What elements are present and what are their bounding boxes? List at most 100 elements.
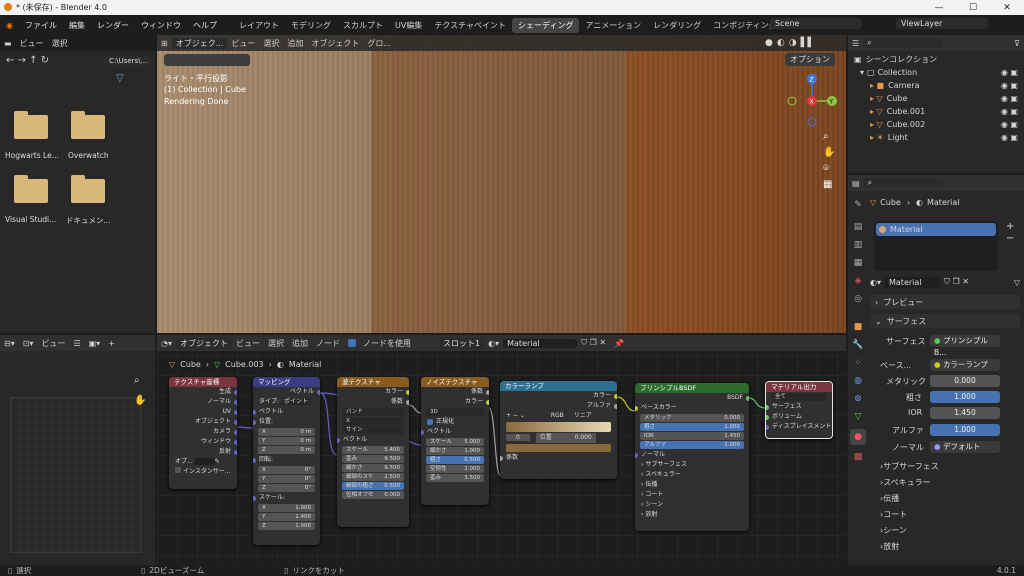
filter-icon[interactable]: ⊽ [1010,39,1024,48]
mode-selector[interactable]: オブジェク... [171,37,228,49]
link-noise-to-ramp[interactable] [488,407,501,476]
object-tab-icon[interactable]: ■ [850,319,866,335]
metallic-field[interactable]: 0.000 [930,375,1000,387]
zoom-icon[interactable]: ⌕ [134,375,140,386]
menu-edit[interactable]: 編集 [63,20,91,31]
view-layer-tab-icon[interactable]: ▦ [850,255,866,271]
filter-icon[interactable]: ▽ [1014,278,1020,287]
workspace-tab-layout[interactable]: レイアウト [233,18,285,33]
wave-detail-scale-field[interactable]: 細部のスケ 2.500 [342,473,404,481]
fb-item-label[interactable]: ドキュメン... [66,215,111,226]
noise-dimensions-dropdown[interactable]: 3D [426,408,484,416]
alpha-field[interactable]: 1.000 [930,424,1000,436]
modifier-tab-icon[interactable]: 🔧 [850,337,866,353]
expand-icon[interactable]: ▾ [860,68,864,77]
noise-detail-field[interactable]: 細かさ 1.000 [426,447,484,455]
node-principled-bsdf[interactable]: プリンシプルBSDF BSDF ベースカラー メタリック 0.000 粗さ 1.00… [635,383,749,531]
menu-file[interactable]: ファイル [19,20,63,31]
workspace-tab-shading[interactable]: シェーディング [512,17,580,33]
surface-shader-field[interactable]: ● プリンシプルB... [930,335,1000,357]
bsdf-roughness-field[interactable]: 粗さ 1.000 [640,423,744,431]
subpanel-coat[interactable]: › コート [870,507,1020,521]
image-browse-icon[interactable]: ▣▾ [85,339,105,348]
noise-roughness-field[interactable]: 粗さ 0.500 [426,456,484,464]
bsdf-subpanel[interactable]: › 放射 [635,510,749,520]
transform-orientation[interactable]: グロ... [363,38,395,49]
new-image-button[interactable]: + [104,339,119,348]
base-color-field[interactable]: ● カラーランプ [930,359,1000,371]
noise-normalize-checkbox[interactable]: 正規化 [421,417,489,427]
mapping-rot-y[interactable]: Y 0° [258,475,315,483]
vp-menu-add[interactable]: 追加 [283,38,307,49]
fb-item-label[interactable]: Hogwarts Le... [5,151,59,160]
editor-type-icon[interactable]: ⊟▾ [0,339,19,348]
texture-tab-icon[interactable]: ▩ [850,449,866,465]
mapping-scale-z[interactable]: Z 1.000 [258,522,315,530]
surface-panel-header[interactable]: ⌄ サーフェス [870,314,1020,328]
forward-arrow-icon[interactable]: → [18,55,26,66]
camera-view-icon[interactable]: ⌾ [823,163,835,174]
particles-tab-icon[interactable]: ⁘ [850,355,866,371]
noise-distortion-field[interactable]: 歪み 3.500 [426,474,484,482]
zoom-icon[interactable]: ⌕ [823,131,835,142]
pan-hand-icon[interactable]: ✋ [134,395,146,406]
menu-render[interactable]: レンダー [91,20,135,31]
workspace-tab-modeling[interactable]: モデリング [285,18,337,33]
ramp-stop-position[interactable]: 位置 0.000 [535,433,596,443]
physics-tab-icon[interactable]: ◍ [850,373,866,389]
folder-icon[interactable] [14,175,48,203]
mapping-type-row[interactable]: タイプ: ポイント [253,397,320,407]
scene-selector[interactable]: Scene [770,18,862,29]
node-mapping[interactable]: マッピング ベクトル タイプ: ポイント ベクトル 位置: X0 m Y0 m … [253,377,320,545]
folder-icon[interactable] [71,111,105,139]
mapping-loc-y[interactable]: Y0 m [258,437,315,445]
visibility-eye-icon[interactable]: ◉ ▣ [1001,133,1024,142]
wave-phase-field[interactable]: 位相オフセ 0.000 [342,491,404,499]
menu-help[interactable]: ヘルプ [187,20,223,31]
wave-detail-roughness-field[interactable]: 細部の粗さ 0.500 [342,482,404,490]
link-bsdf-to-output[interactable] [748,397,766,409]
link-ramp-to-bsdf[interactable] [616,396,636,412]
workspace-tab-sculpt[interactable]: スカルプト [337,18,389,33]
menu-window[interactable]: ウィンドウ [135,20,187,31]
vp-menu-select[interactable]: 選択 [259,38,283,49]
world-tab-icon[interactable]: ◎ [850,291,866,307]
outliner-item-collection[interactable]: ▾ ▢ Collection ◉ ▣ [848,66,1024,79]
object-picker[interactable] [194,458,215,465]
node-texture-coordinate[interactable]: テクスチャ座標 生成 ノーマル UV オブジェクト カメラ ウィンドウ 反射 オ… [169,377,237,489]
visibility-eye-icon[interactable]: ◉ ▣ [1001,94,1024,103]
ramp-interpolation[interactable]: リニア [574,412,592,419]
bsdf-metallic-field[interactable]: メタリック 0.000 [640,414,744,422]
color-ramp-gradient[interactable] [506,422,611,432]
navigation-gizmo[interactable]: Z Y X [787,73,837,129]
material-slot-list[interactable]: Material [874,221,998,271]
wave-detail-field[interactable]: 細かさ 9.500 [342,464,404,472]
bsdf-ior-field[interactable]: IOR 1.450 [640,432,744,440]
bsdf-subpanel[interactable]: › スペキュラー [635,470,749,480]
3d-viewport[interactable]: ⊞ オブジェク... ビュー 選択 追加 オブジェクト グロ... ● ◐ ◑ … [157,35,846,333]
node-object-field[interactable]: オブ... ✎ [169,457,237,467]
rendered-shading-icon[interactable]: ◑ [789,38,797,48]
render-tab-icon[interactable]: ▤ [850,219,866,235]
uv-mode-icon[interactable]: ⊡▾ [19,339,38,348]
uv-menu-view[interactable]: ビュー [37,338,69,349]
mapping-loc-z[interactable]: Z0 m [258,446,315,454]
parent-dir-icon[interactable]: ↑ [29,55,37,66]
folder-icon[interactable] [14,111,48,139]
subpanel-sheen[interactable]: › シーン [870,523,1020,537]
subpanel-transmission[interactable]: › 伝播 [870,491,1020,505]
preview-panel-header[interactable]: › プレビュー [870,295,1020,309]
visibility-eye-icon[interactable]: ◉ ▣ [1001,120,1024,129]
outliner-item-cube002[interactable]: ▸ ▽ Cube.002 ◉ ▣ [848,118,1024,131]
node-noise-texture[interactable]: ノイズテクスチャ 係数 カラー 3D 正規化 ベクトル スケール 5.000 細か… [421,377,489,505]
subpanel-emission[interactable]: › 放射 [870,539,1020,553]
normal-field[interactable]: ● デフォルト [930,441,1000,453]
fake-user-shield-icon[interactable]: ⛉ ❐ ✕ [944,277,969,287]
fb-menu-select[interactable]: 選択 [48,38,72,49]
viewport-options-button[interactable]: オプション [785,53,835,66]
bsdf-subpanel[interactable]: › コート [635,490,749,500]
ramp-stop-index[interactable]: 0 [506,434,530,441]
mapping-loc-x[interactable]: X0 m [258,428,315,436]
folder-icon[interactable]: ▬ [0,39,16,48]
mapping-scale-y[interactable]: Y 1.400 [258,513,315,521]
